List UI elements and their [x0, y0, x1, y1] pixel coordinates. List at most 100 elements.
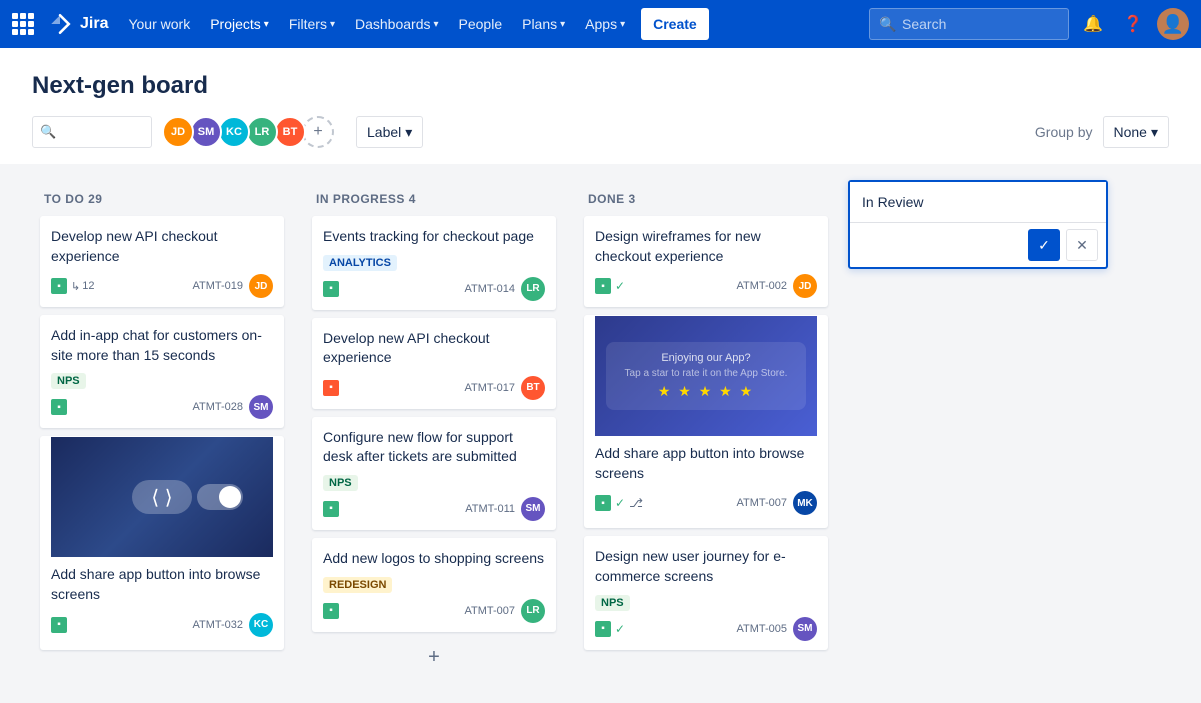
card-avatar: SM [249, 395, 273, 419]
card-avatar: KC [249, 613, 273, 637]
branch-icon: ⎇ [629, 496, 643, 510]
help-button[interactable]: ❓ [1117, 8, 1149, 40]
card-events-tracking[interactable]: Events tracking for checkout page ANALYT… [312, 216, 556, 310]
card-footer: ▪ ✓ ATMT-005 SM [595, 617, 817, 641]
card-id: ATMT-014 [464, 283, 515, 295]
card-avatar: BT [521, 376, 545, 400]
add-member-button[interactable]: + [302, 116, 334, 148]
card-title: Add share app button into browse screens [595, 444, 817, 483]
add-card-inprogress-button[interactable]: + [312, 640, 556, 675]
card-image: ⟨ ⟩ [51, 437, 273, 557]
card-avatar: JD [249, 274, 273, 298]
filters-nav[interactable]: Filters ▾ [281, 0, 343, 48]
card-icons: ▪ ✓ [595, 278, 625, 294]
card-title: Events tracking for checkout page [323, 227, 545, 247]
avatar-2[interactable]: SM [190, 116, 222, 148]
tag-nps: NPS [323, 475, 358, 491]
column-inreview: ✓ ✕ [848, 180, 1108, 269]
projects-nav[interactable]: Projects ▾ [202, 0, 277, 48]
apps-nav[interactable]: Apps ▾ [577, 0, 633, 48]
subtask-count: ↳ 12 [71, 280, 94, 293]
card-footer: ▪ ✓ ⎇ ATMT-007 MK [595, 491, 817, 515]
card-id: ATMT-019 [192, 280, 243, 292]
card-id: ATMT-005 [736, 623, 787, 635]
card-design-journey[interactable]: Design new user journey for e-commerce s… [584, 536, 828, 649]
card-footer: ▪ ATMT-028 SM [51, 395, 273, 419]
board-body: TO DO 29 Develop new API checkout experi… [0, 164, 1201, 703]
column-todo: TO DO 29 Develop new API checkout experi… [32, 180, 292, 670]
story-icon: ▪ [323, 501, 339, 517]
waffle-icon[interactable] [12, 13, 34, 35]
plans-chevron: ▾ [560, 19, 565, 30]
plans-nav[interactable]: Plans ▾ [514, 0, 573, 48]
user-avatar[interactable]: 👤 [1157, 8, 1189, 40]
card-add-logos[interactable]: Add new logos to shopping screens REDESI… [312, 538, 556, 632]
card-in-app-chat[interactable]: Add in-app chat for customers on-site mo… [40, 315, 284, 428]
card-footer: ▪ ↳ 12 ATMT-019 JD [51, 274, 273, 298]
groupby-chevron: ▾ [1151, 124, 1158, 141]
card-title: Design new user journey for e-commerce s… [595, 547, 817, 586]
cancel-column-button[interactable]: ✕ [1066, 229, 1098, 261]
people-nav[interactable]: People [451, 0, 511, 48]
column-inprogress: IN PROGRESS 4 Events tracking for checko… [304, 180, 564, 687]
card-title: Develop new API checkout experience [323, 329, 545, 368]
card-develop-api[interactable]: Develop new API checkout experience ▪ ↳ … [40, 216, 284, 307]
card-share-app-done[interactable]: Enjoying our App? Tap a star to rate it … [584, 315, 828, 528]
notifications-button[interactable]: 🔔 [1077, 8, 1109, 40]
dashboards-nav[interactable]: Dashboards ▾ [347, 0, 447, 48]
card-id: ATMT-007 [464, 605, 515, 617]
label-chevron: ▾ [405, 124, 412, 141]
tag-nps: NPS [51, 373, 86, 389]
card-footer: ▪ ATMT-007 LR [323, 599, 545, 623]
card-tags: REDESIGN [323, 577, 545, 593]
search-icon: 🔍 [879, 16, 896, 33]
member-avatars: JD SM KC LR BT + [162, 116, 334, 148]
groupby-button[interactable]: None ▾ [1103, 116, 1170, 148]
avatar-5[interactable]: BT [274, 116, 306, 148]
jira-logo[interactable]: Jira [46, 10, 108, 38]
confirm-column-button[interactable]: ✓ [1028, 229, 1060, 261]
card-title: Configure new flow for support desk afte… [323, 428, 545, 467]
card-configure-flow[interactable]: Configure new flow for support desk afte… [312, 417, 556, 530]
board-title: Next-gen board [32, 72, 1169, 100]
tag-analytics: ANALYTICS [323, 255, 397, 271]
column-name-input[interactable] [850, 182, 1106, 222]
avatar-1[interactable]: JD [162, 116, 194, 148]
label-filter-button[interactable]: Label ▾ [356, 116, 423, 148]
avatar-3[interactable]: KC [218, 116, 250, 148]
card-id: ATMT-017 [464, 382, 515, 394]
card-id: ATMT-007 [736, 497, 787, 509]
dashboards-chevron: ▾ [433, 19, 438, 30]
card-design-wireframes[interactable]: Design wireframes for new checkout exper… [584, 216, 828, 307]
card-icons: ▪ ✓ ⎇ [595, 495, 643, 511]
card-id: ATMT-032 [192, 619, 243, 631]
story-icon: ▪ [323, 281, 339, 297]
card-avatar: SM [793, 617, 817, 641]
your-work-nav[interactable]: Your work [120, 0, 198, 48]
story-icon: ▪ [323, 603, 339, 619]
card-title: Add share app button into browse screens [51, 565, 273, 604]
story-icon: ▪ [595, 495, 611, 511]
board-columns: TO DO 29 Develop new API checkout experi… [32, 180, 1169, 687]
create-button[interactable]: Create [641, 8, 709, 40]
card-footer: ▪ ATMT-011 SM [323, 497, 545, 521]
card-image-appstore: Enjoying our App? Tap a star to rate it … [595, 316, 817, 436]
card-icons: ▪ ↳ 12 [51, 278, 94, 294]
avatar-4[interactable]: LR [246, 116, 278, 148]
card-footer: ▪ ATMT-014 LR [323, 277, 545, 301]
tag-redesign: REDESIGN [323, 577, 392, 593]
card-footer: ▪ ✓ ATMT-002 JD [595, 274, 817, 298]
card-tags: NPS [51, 373, 273, 389]
search-input[interactable] [869, 8, 1069, 40]
column-done: DONE 3 Design wireframes for new checkou… [576, 180, 836, 670]
card-tags: NPS [323, 475, 545, 491]
story-icon: ▪ [51, 278, 67, 294]
card-share-app-todo[interactable]: ⟨ ⟩ Add share app button into browse scr… [40, 436, 284, 649]
story-icon-red: ▪ [323, 380, 339, 396]
card-develop-api-ip[interactable]: Develop new API checkout experience ▪ AT… [312, 318, 556, 409]
search-wrapper: 🔍 [869, 8, 1069, 40]
filter-search-icon: 🔍 [40, 124, 56, 140]
card-id: ATMT-002 [736, 280, 787, 292]
card-tags: ANALYTICS [323, 255, 545, 271]
card-footer: ▪ ATMT-017 BT [323, 376, 545, 400]
